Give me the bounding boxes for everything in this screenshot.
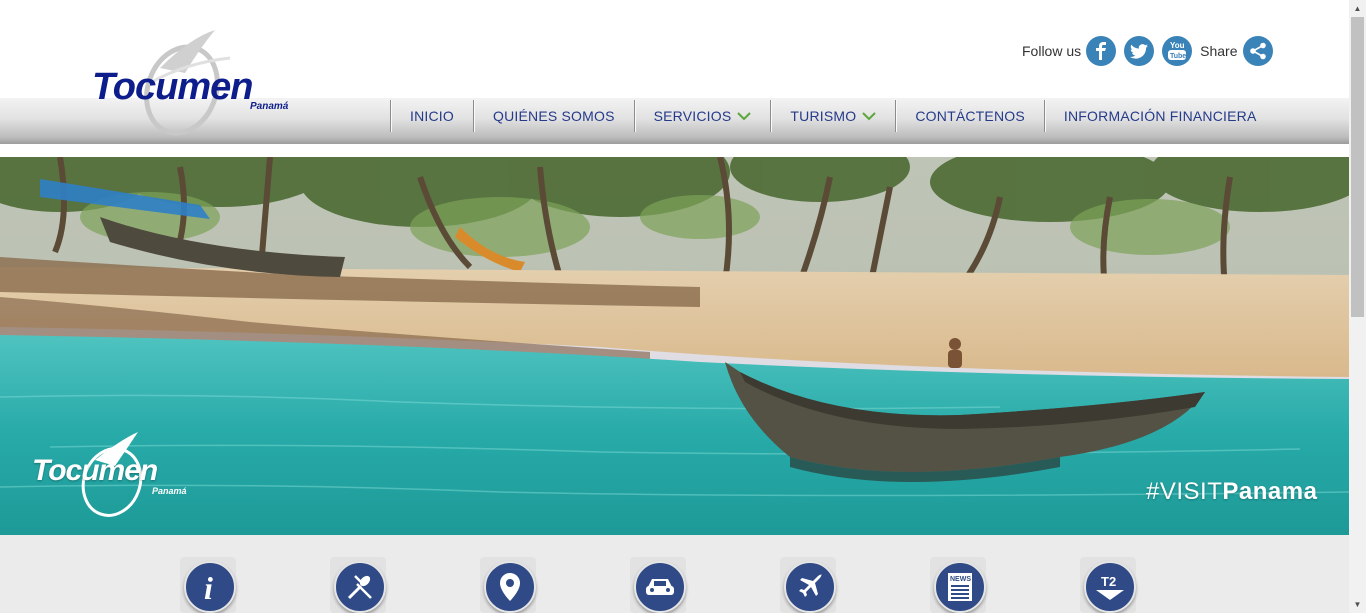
logo-wordmark: Tocumen — [92, 66, 253, 108]
nav-servicios[interactable]: SERVICIOS — [633, 100, 771, 132]
facebook-icon[interactable] — [1086, 36, 1117, 66]
news-icon-text: NEWS — [950, 576, 971, 583]
hashtag-name: Panama — [1222, 478, 1318, 505]
terminal-2-icon[interactable]: T2 — [1084, 561, 1136, 613]
site-header: Tocumen Panamá Follow us You Tube Share I… — [0, 0, 1349, 157]
svg-text:You: You — [1170, 41, 1185, 50]
page: Tocumen Panamá Follow us You Tube Share I… — [0, 0, 1349, 613]
hashtag-prefix: #VISIT — [1146, 478, 1223, 505]
nav-label: TURISMO — [790, 108, 857, 124]
social-links: Follow us You Tube Share — [1022, 34, 1281, 68]
banner-logo: Tocumen Panamá — [30, 432, 230, 522]
chevron-down-icon — [737, 108, 752, 124]
svg-text:Tube: Tube — [1170, 53, 1186, 60]
quick-link-location[interactable] — [480, 557, 536, 613]
nav-label: INFORMACIÓN FINANCIERA — [1063, 108, 1257, 124]
quick-link-car[interactable] — [630, 557, 686, 613]
main-nav: INICIO QUIÉNES SOMOS SERVICIOS TURISMO C… — [390, 100, 1276, 132]
news-icon[interactable]: NEWS — [934, 561, 986, 613]
follow-us-label: Follow us — [1022, 43, 1082, 59]
restaurant-icon[interactable] — [334, 561, 386, 613]
nav-label: INICIO — [410, 108, 454, 124]
scrollbar-thumb[interactable] — [1351, 17, 1364, 317]
nav-turismo[interactable]: TURISMO — [770, 100, 895, 132]
page-scrollbar[interactable]: ▲ ▼ — [1349, 0, 1366, 613]
svg-text:i: i — [204, 571, 213, 603]
quick-link-restaurant[interactable] — [330, 557, 386, 613]
quick-links-bar: i NEWS T2 — [0, 535, 1349, 613]
visit-panama-hashtag: #VISITPanama — [1146, 478, 1317, 506]
terminal-icon-text: T2 — [1101, 574, 1116, 589]
location-pin-icon[interactable] — [484, 561, 536, 613]
nav-label: CONTÁCTENOS — [915, 108, 1025, 124]
youtube-icon[interactable]: You Tube — [1162, 36, 1193, 66]
quick-link-flights[interactable] — [780, 557, 836, 613]
banner-logo-subtitle: Panamá — [152, 486, 187, 496]
site-logo[interactable]: Tocumen Panamá — [90, 28, 310, 140]
quick-link-info[interactable]: i — [180, 557, 236, 613]
scroll-down-arrow-icon[interactable]: ▼ — [1349, 596, 1366, 613]
nav-contactenos[interactable]: CONTÁCTENOS — [895, 100, 1044, 132]
nav-label: SERVICIOS — [653, 108, 732, 124]
info-icon[interactable]: i — [184, 561, 236, 613]
scroll-up-arrow-icon[interactable]: ▲ — [1349, 0, 1366, 17]
chevron-down-icon — [862, 108, 877, 124]
quick-link-terminal-2[interactable]: T2 — [1080, 557, 1136, 613]
nav-quienes-somos[interactable]: QUIÉNES SOMOS — [472, 100, 634, 132]
nav-label: QUIÉNES SOMOS — [492, 108, 615, 124]
banner-logo-wordmark: Tocumen — [32, 454, 158, 487]
share-label: Share — [1200, 43, 1238, 59]
share-icon[interactable] — [1242, 36, 1273, 66]
airplane-icon[interactable] — [784, 561, 836, 613]
logo-subtitle: Panamá — [250, 101, 289, 112]
twitter-icon[interactable] — [1124, 36, 1155, 66]
nav-inicio[interactable]: INICIO — [390, 100, 473, 132]
car-icon[interactable] — [634, 561, 686, 613]
quick-link-news[interactable]: NEWS — [930, 557, 986, 613]
nav-informacion-financiera[interactable]: INFORMACIÓN FINANCIERA — [1043, 100, 1276, 132]
